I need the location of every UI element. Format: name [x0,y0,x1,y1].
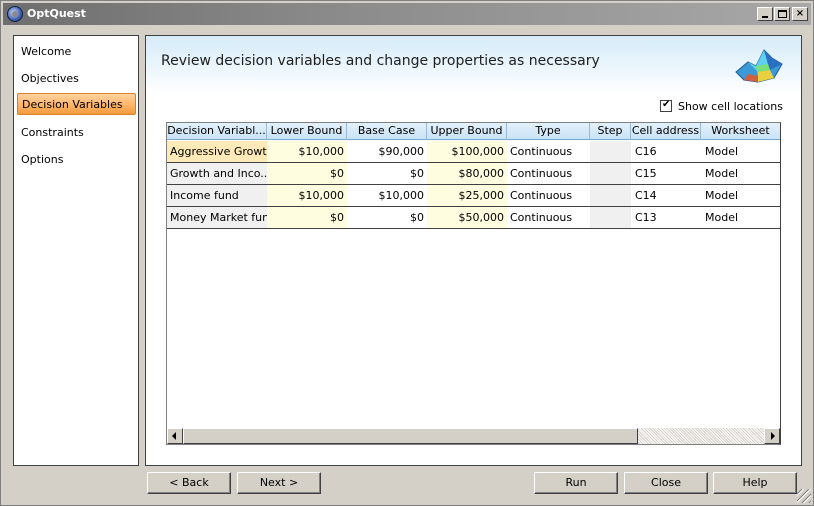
cell-lower-bound[interactable]: $10,000 [267,185,347,206]
show-cell-locations-checkbox[interactable] [660,99,672,112]
horizontal-scrollbar[interactable] [167,428,780,444]
run-button[interactable]: Run [534,472,618,494]
minimize-icon [762,16,768,18]
cell-name[interactable]: Aggressive Growt... [167,141,267,162]
cell-upper-bound[interactable]: $80,000 [427,163,507,184]
cell-type[interactable]: Continuous [507,207,590,228]
cell-worksheet: Model [705,211,739,224]
optquest-logo-icon [7,6,23,22]
column-header-upper-bound[interactable]: Upper Bound [427,123,507,140]
scrollbar-track[interactable] [638,428,764,444]
cell-lower-bound[interactable]: $0 [267,163,347,184]
cell-base-case[interactable]: $0 [347,163,427,184]
show-cell-locations-label: Show cell locations [678,100,783,113]
page-heading: Review decision variables and change pro… [161,53,600,69]
maximize-button[interactable] [774,7,790,21]
arrow-left-icon [172,432,176,440]
table-row[interactable]: Income fund $10,000 $10,000 $25,000 Cont… [167,185,780,207]
cell-base-case[interactable]: $10,000 [347,185,427,206]
table-row[interactable]: Money Market fund $0 $0 $50,000 Continuo… [167,207,780,229]
cell-address: C13 [635,211,657,224]
close-icon: × [795,8,805,19]
column-header-worksheet[interactable]: Worksheet [701,123,780,140]
surface-plot-icon [735,49,783,83]
cell-step[interactable] [590,185,631,206]
grid-header: Decision Variabl... Lower Bound Base Cas… [167,123,780,140]
cell-name[interactable]: Growth and Inco... [167,163,267,184]
cell-address: C14 [635,189,657,202]
cell-upper-bound[interactable]: $25,000 [427,185,507,206]
main-panel: Review decision variables and change pro… [145,35,802,466]
cell-upper-bound[interactable]: $100,000 [427,141,507,162]
nav-item-constraints[interactable]: Constraints [17,122,136,144]
table-row[interactable]: Growth and Inco... $0 $0 $80,000 Continu… [167,163,780,185]
cell-type[interactable]: Continuous [507,163,590,184]
decision-variables-grid: Decision Variabl... Lower Bound Base Cas… [166,122,781,445]
scrollbar-thumb[interactable] [183,428,638,444]
cell-address: C15 [635,167,657,180]
nav-item-options[interactable]: Options [17,149,136,171]
next-button[interactable]: Next > [237,472,321,494]
nav-item-decision-variables[interactable]: Decision Variables [17,93,136,115]
nav-item-welcome[interactable]: Welcome [17,41,136,63]
window-title: OptQuest [27,7,86,20]
maximize-icon [778,10,787,18]
column-header-type[interactable]: Type [507,123,590,140]
wizard-nav: Welcome Objectives Decision Variables Co… [13,35,139,466]
cell-lower-bound[interactable]: $0 [267,207,347,228]
close-button[interactable]: Close [624,472,708,494]
column-header-base-case[interactable]: Base Case [347,123,427,140]
cell-name[interactable]: Income fund [167,185,267,206]
close-window-button[interactable]: × [792,7,808,21]
cell-type[interactable]: Continuous [507,185,590,206]
cell-base-case[interactable]: $90,000 [347,141,427,162]
cell-step[interactable] [590,207,631,228]
scroll-left-button[interactable] [167,428,183,444]
cell-worksheet: Model [705,189,739,202]
cell-address: C16 [635,145,657,158]
arrow-right-icon [771,432,775,440]
cell-worksheet: Model [705,145,739,158]
optquest-window: OptQuest × Welcome Objectives Decision V… [0,0,814,506]
scroll-right-button[interactable] [764,428,780,444]
column-header-name[interactable]: Decision Variabl... [167,123,267,140]
minimize-button[interactable] [757,7,773,21]
cell-base-case[interactable]: $0 [347,207,427,228]
cell-type[interactable]: Continuous [507,141,590,162]
cell-name[interactable]: Money Market fund [167,207,267,228]
cell-step[interactable] [590,141,631,162]
table-row[interactable]: Aggressive Growt... $10,000 $90,000 $100… [167,141,780,163]
cell-worksheet: Model [705,167,739,180]
column-header-lower-bound[interactable]: Lower Bound [267,123,347,140]
help-button[interactable]: Help [713,472,797,494]
column-header-cell-address[interactable]: Cell address [631,123,701,140]
cell-step[interactable] [590,163,631,184]
title-bar[interactable]: OptQuest × [3,3,811,25]
column-header-step[interactable]: Step [590,123,631,140]
resize-grip-icon[interactable] [797,489,811,503]
cell-upper-bound[interactable]: $50,000 [427,207,507,228]
back-button[interactable]: < Back [147,472,231,494]
nav-item-objectives[interactable]: Objectives [17,68,136,90]
header-band: Review decision variables and change pro… [146,36,801,94]
cell-lower-bound[interactable]: $10,000 [267,141,347,162]
